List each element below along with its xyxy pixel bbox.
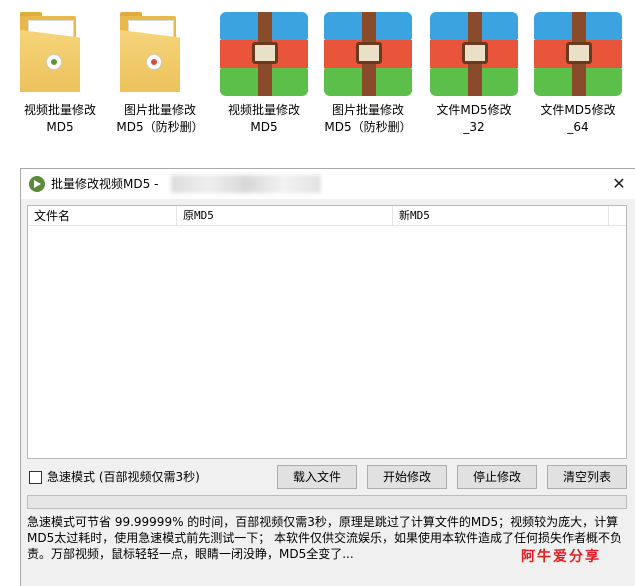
desktop-icon-video-folder[interactable]: 视频批量修改 MD5	[8, 8, 112, 136]
controls-row: 急速模式 (百部视频仅需3秒) 载入文件 开始修改 停止修改 清空列表	[27, 465, 627, 491]
column-header-new-md5[interactable]: 新MD5	[393, 206, 609, 226]
window-title: 批量修改视频MD5 -	[51, 177, 159, 191]
close-button[interactable]: ✕	[609, 175, 629, 193]
import-files-button[interactable]: 载入文件	[277, 465, 357, 489]
app-video-icon	[29, 176, 45, 192]
folder-icon	[10, 8, 110, 100]
archive-icon	[528, 8, 628, 100]
archive-icon	[318, 8, 418, 100]
desktop-icon-image-folder[interactable]: 图片批量修改 MD5（防秒删）	[108, 8, 212, 136]
folder-icon	[110, 8, 210, 100]
progress-bar	[27, 495, 627, 509]
start-button[interactable]: 开始修改	[367, 465, 447, 489]
desktop-icon-label: 视频批量修改 MD5	[23, 103, 96, 134]
desktop-icon-md5-64-archive[interactable]: 文件MD5修改 _64	[526, 8, 630, 136]
desktop-icon-video-archive[interactable]: 视频批量修改 MD5	[212, 8, 316, 136]
file-list[interactable]: 文件名 原MD5 新MD5	[27, 205, 627, 459]
desktop-icon-label: 图片批量修改 MD5（防秒删）	[116, 103, 204, 134]
archive-icon	[214, 8, 314, 100]
column-header-filename[interactable]: 文件名	[28, 206, 177, 226]
desktop: 视频批量修改 MD5 图片批量修改 MD5（防秒删） 视频批量修改 MD5 图片批量修…	[0, 0, 635, 165]
clear-list-button[interactable]: 清空列表	[547, 465, 627, 489]
desktop-icon-label: 图片批量修改 MD5（防秒删）	[324, 103, 412, 134]
fast-mode-checkbox[interactable]	[29, 471, 42, 484]
desktop-icon-md5-32-archive[interactable]: 文件MD5修改 _32	[422, 8, 526, 136]
desktop-icon-image-archive[interactable]: 图片批量修改 MD5（防秒删）	[316, 8, 420, 136]
desktop-icon-label: 文件MD5修改 _64	[540, 103, 616, 134]
desktop-icon-label: 视频批量修改 MD5	[227, 103, 300, 134]
desktop-icon-label: 文件MD5修改 _32	[436, 103, 512, 134]
archive-icon	[424, 8, 524, 100]
file-list-header: 文件名 原MD5 新MD5	[28, 206, 626, 226]
column-header-original-md5[interactable]: 原MD5	[177, 206, 393, 226]
title-bar[interactable]: 批量修改视频MD5 - ✕	[21, 169, 635, 199]
stop-button[interactable]: 停止修改	[457, 465, 537, 489]
video-badge-icon	[46, 54, 62, 70]
fast-mode-label[interactable]: 急速模式 (百部视频仅需3秒)	[47, 469, 200, 485]
app-window: 批量修改视频MD5 - ✕ 文件名 原MD5 新MD5 急速模式 (百部视频仅需…	[20, 168, 635, 586]
watermark-text: 阿牛爱分享	[521, 549, 601, 565]
redacted-title-area	[171, 175, 321, 193]
image-badge-icon	[146, 54, 162, 70]
